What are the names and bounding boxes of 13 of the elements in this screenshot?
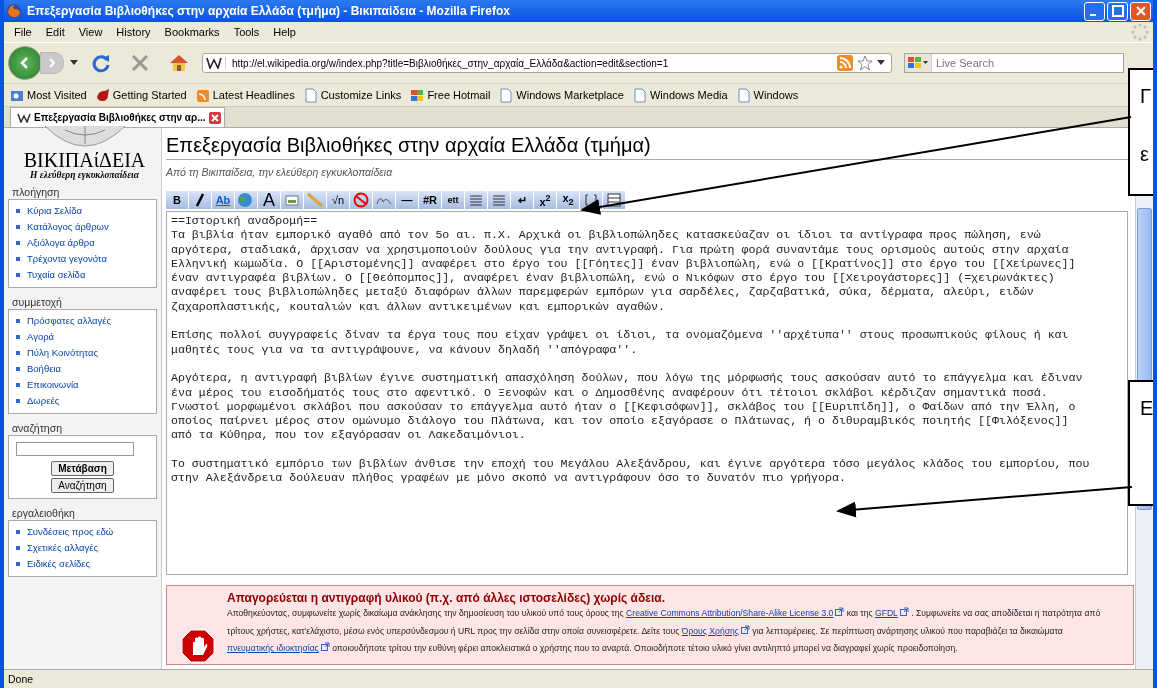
sidebar-heading: αναζήτηση <box>11 421 63 435</box>
sidebar-heading: συμμετοχή <box>11 295 63 309</box>
callout-tooltip: Ε <box>1128 380 1153 506</box>
page-subtitle: Από τη Βικιπαίδεια, την ελεύθερη εγκυκλοπαίδεια <box>166 166 394 178</box>
warning-title: Απαγορεύεται η αντιγραφή υλικού (π.χ. από άλλες ιστοσελίδες) χωρίς άδεια. <box>227 591 666 605</box>
page-heading: Επεξεργασία Βιβλιοθήκες στην αρχαία Ελλάδα (τμήμα) <box>166 134 1129 160</box>
site-tagline: Η ελεύθερη εγκυκλοπαίδεια <box>30 170 139 180</box>
warning-text: Αποθηκεύοντας, συμφωνείτε χωρίς δικαίωμα ανάκλησης την δημοσίευση του υλικού υπό τους όρους της Creative Commons Attribution/Share-Alike License 3.0 και της GFDL . Συμφωνείτε να σας αποδίδεται η πατρότητα από τρίτους χρήστες, κατ'ελάχιστο, μέσω ενός υπερσύνδεσμου ή URL προς την σελίδα στην οποία συνεισφέρετε. Δείτε τους Όρους Χρήσης για λεπτομέρειες. Σε περίπτωση ανάρτησης υλικού που παραβιάζει τα δικαιώματα πνευματικής ιδιοκτησίας οποιουδήποτε τρίτου την ευθύνη φέρει αποκλειστικά ο χρήστης που το αναρτά. Οποιοδήποτε τέτοιο υλικό γίνει αντιληπτό μπορεί να διαγραφεί χωρίς προειδοποίηση. <box>227 606 1102 655</box>
sidebar-heading: εργαλειοθήκη <box>11 506 76 520</box>
window-title: Επεξεργασία Βιβλιοθήκες στην αρχαία Ελλάδα (τμήμα) - Βικιπαίδεια - Mozilla Firefox <box>27 4 511 18</box>
status-text: Done <box>8 673 34 685</box>
callout-tooltip: Γ ε <box>1128 68 1153 196</box>
sidebar-heading: πλοήγηση <box>11 185 61 199</box>
